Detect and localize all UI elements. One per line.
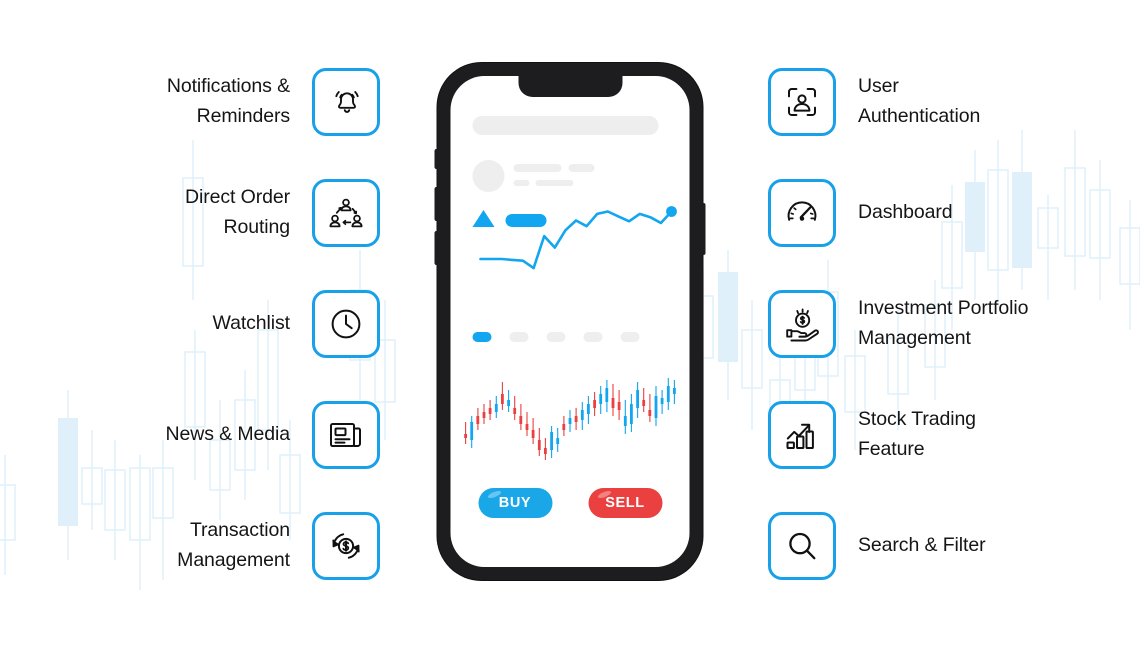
- feature-investment-portfolio-management[interactable]: Investment Portfolio Management: [768, 290, 1088, 358]
- hand-holding-dollar-icon-box[interactable]: [768, 290, 836, 358]
- feature-direct-order-routing[interactable]: Direct Order Routing: [100, 179, 380, 247]
- skeleton-line-4: [535, 180, 574, 186]
- feature-search-filter[interactable]: Search & Filter: [768, 512, 1088, 580]
- feature-label: Watchlist: [212, 312, 291, 335]
- order-routing-icon: [327, 195, 365, 231]
- phone-screen: BUY SELL: [450, 76, 690, 567]
- face-authentication-icon-box[interactable]: [768, 68, 836, 136]
- skeleton-line-1: [513, 164, 562, 172]
- phone-notch: [518, 76, 622, 97]
- clock-icon-box[interactable]: [312, 290, 380, 358]
- bell-icon-box[interactable]: [312, 68, 380, 136]
- phone-volume-down-button[interactable]: [434, 231, 439, 265]
- feature-label: News & Media: [165, 423, 290, 446]
- price-line-chart: [451, 206, 677, 286]
- phone-mockup: BUY SELL: [434, 63, 706, 580]
- skeleton-avatar: [472, 160, 505, 192]
- feature-label: Direct Order Routing: [185, 186, 290, 238]
- feature-label: User Authentication: [858, 75, 981, 127]
- skeleton-search-bar[interactable]: [472, 116, 659, 135]
- hand-holding-dollar-icon: [783, 306, 821, 342]
- pagination-dot[interactable]: [583, 332, 603, 342]
- skeleton-line-3: [513, 180, 530, 186]
- feature-label: Notifications & Reminders: [166, 75, 290, 127]
- feature-dashboard[interactable]: Dashboard: [768, 179, 1088, 247]
- phone-mute-button[interactable]: [434, 149, 439, 169]
- feature-label: Investment Portfolio Management: [858, 297, 1029, 349]
- pagination-dot[interactable]: [472, 332, 492, 342]
- feature-label: Transaction Management: [177, 519, 290, 571]
- speedometer-icon: [783, 194, 821, 232]
- feature-news-media[interactable]: News & Media: [100, 401, 380, 469]
- skeleton-line-2: [568, 164, 595, 172]
- bell-icon: [328, 84, 364, 120]
- trade-actions: BUY SELL: [451, 488, 690, 518]
- newspaper-icon: [327, 419, 365, 451]
- bar-chart-arrow-up-icon: [783, 417, 821, 453]
- face-authentication-icon: [783, 83, 821, 121]
- newspaper-icon-box[interactable]: [312, 401, 380, 469]
- bar-chart-arrow-up-icon-box[interactable]: [768, 401, 836, 469]
- feature-stock-trading[interactable]: Stock Trading Feature: [768, 401, 1088, 469]
- feature-user-authentication[interactable]: User Authentication: [768, 68, 1088, 136]
- feature-label: Dashboard: [858, 201, 953, 224]
- feature-transaction-management[interactable]: Transaction Management: [100, 512, 380, 580]
- speedometer-icon-box[interactable]: [768, 179, 836, 247]
- feature-label: Stock Trading Feature: [858, 408, 976, 460]
- infographic-stage: Notifications & Reminders Direct Order R…: [0, 0, 1140, 647]
- phone-column: BUY SELL: [380, 0, 760, 647]
- order-routing-icon-box[interactable]: [312, 179, 380, 247]
- transaction-refresh-dollar-icon-box[interactable]: [312, 512, 380, 580]
- magnifier-icon-box[interactable]: [768, 512, 836, 580]
- pagination-dot[interactable]: [546, 332, 566, 342]
- candlestick-chart: [464, 378, 676, 460]
- phone-power-button[interactable]: [701, 203, 706, 255]
- pagination-dot[interactable]: [509, 332, 529, 342]
- pagination-dots[interactable]: [472, 332, 640, 342]
- sell-button[interactable]: SELL: [588, 488, 662, 518]
- transaction-refresh-dollar-icon: [327, 527, 365, 565]
- pagination-dot[interactable]: [620, 332, 640, 342]
- phone-volume-up-button[interactable]: [434, 187, 439, 221]
- feature-notifications-reminders[interactable]: Notifications & Reminders: [100, 68, 380, 136]
- left-feature-column: Notifications & Reminders Direct Order R…: [0, 0, 380, 647]
- feature-label: Search & Filter: [858, 534, 986, 557]
- buy-button[interactable]: BUY: [478, 488, 552, 518]
- right-feature-column: User Authentication Dashboard Investment…: [760, 0, 1140, 647]
- clock-icon: [327, 305, 365, 343]
- magnifier-icon: [783, 527, 821, 565]
- feature-watchlist[interactable]: Watchlist: [100, 290, 380, 358]
